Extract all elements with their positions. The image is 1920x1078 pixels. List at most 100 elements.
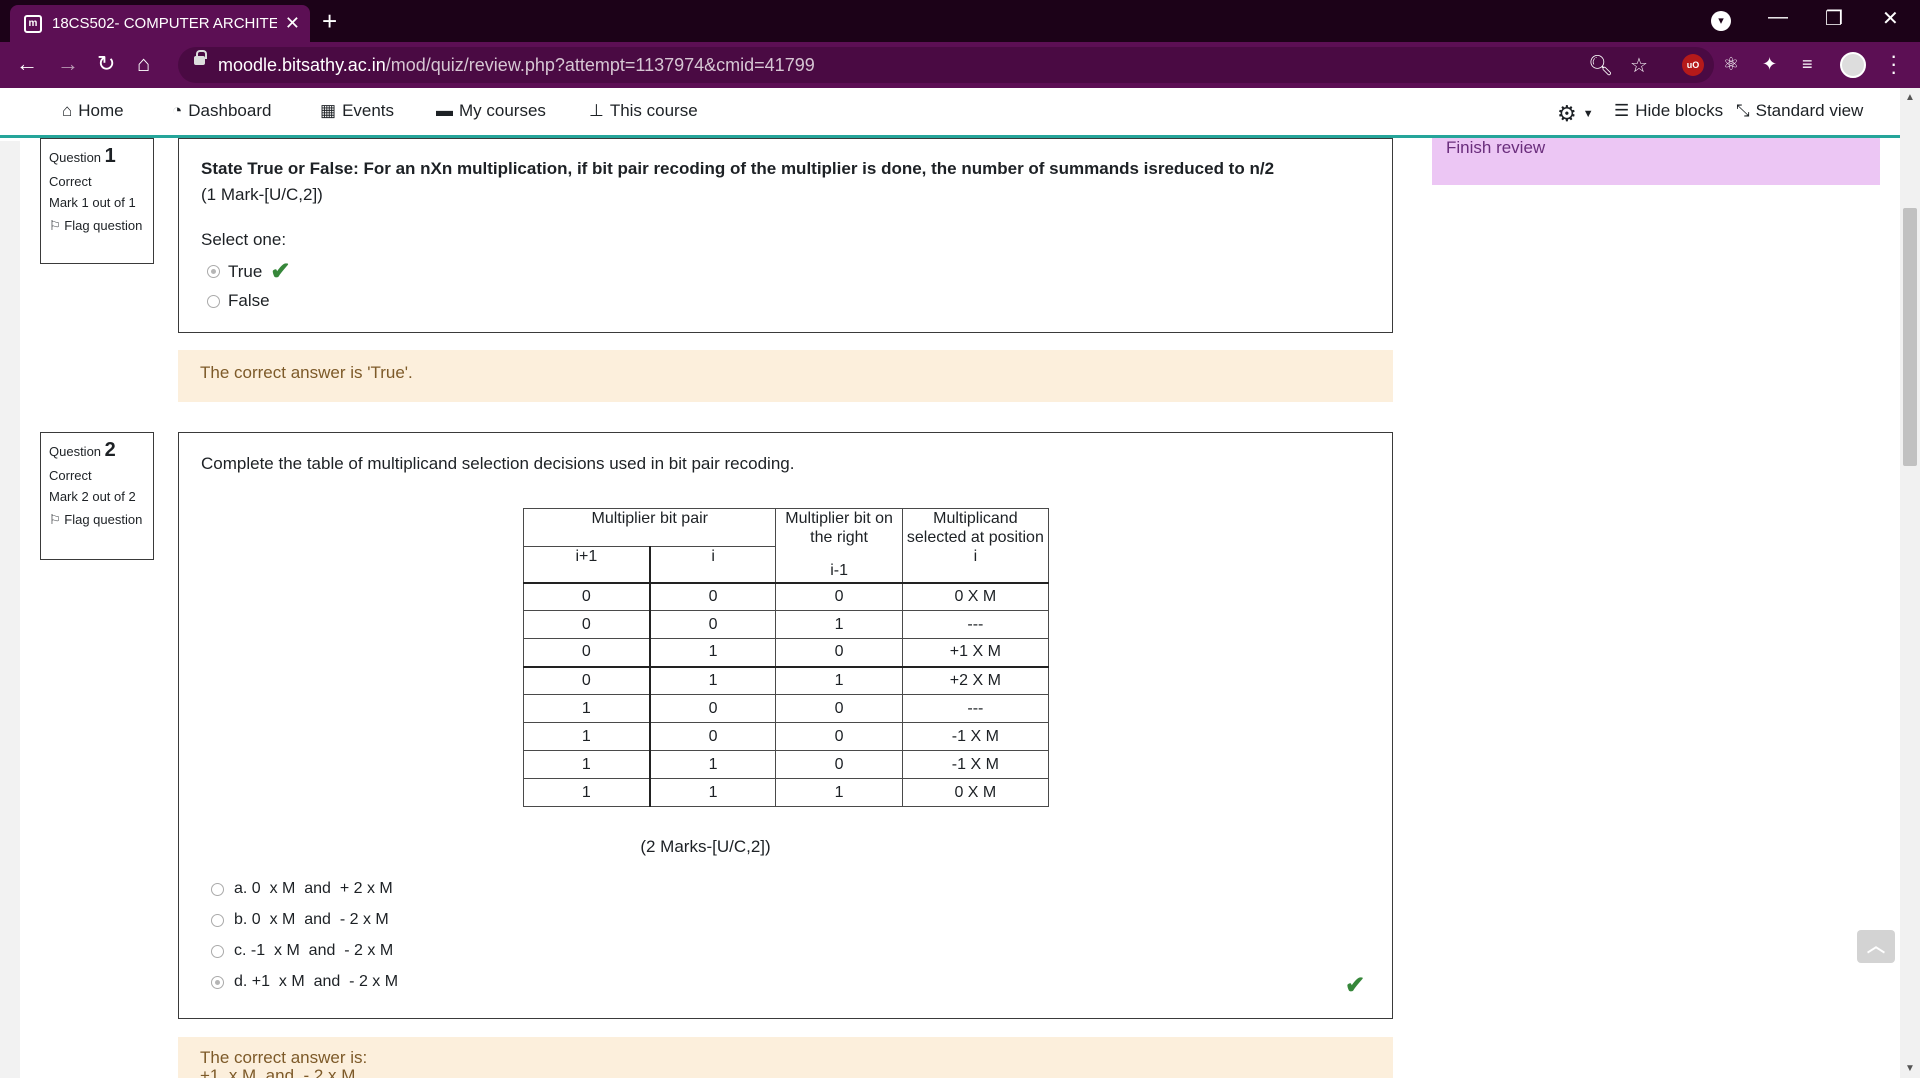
- answer-option-b[interactable]: b. 0 x M and - 2 x M: [211, 911, 389, 929]
- correct-answer-text: +1 x M and - 2 x M: [200, 1066, 356, 1078]
- select-one-prompt: Select one:: [201, 230, 287, 249]
- header-i: i: [648, 546, 777, 583]
- question-mark: Mark 2 out of 2: [49, 489, 136, 504]
- zoom-icon[interactable]: 🔍︎: [1588, 53, 1613, 78]
- answer-option-true[interactable]: True ✔: [207, 257, 290, 286]
- nav-my-courses[interactable]: ▬ My courses: [436, 101, 546, 121]
- window-close-icon[interactable]: ✕: [1882, 6, 1899, 31]
- question-text: State True or False: For an nXn multipli…: [201, 159, 1275, 178]
- home-icon[interactable]: ⌂: [137, 51, 150, 77]
- scroll-down-arrow-icon[interactable]: ▼: [1905, 1063, 1915, 1074]
- table-row: 0 0 0 0 X M: [522, 581, 1050, 611]
- tab-search-icon[interactable]: ▾: [1711, 11, 1731, 31]
- correct-answer-title: The correct answer is:: [200, 1048, 368, 1067]
- nav-home[interactable]: ⌂ Home: [62, 101, 124, 121]
- correct-answer-text: The correct answer is 'True'.: [200, 363, 413, 382]
- browser-tab-strip: m 18CS502- COMPUTER ARCHITEC ✕ + ▾ — ❐ ✕: [0, 0, 1920, 42]
- recoding-table: Multiplier bit pair Multiplier bit on th…: [522, 508, 1050, 807]
- table-header-row: Multiplier bit pair Multiplier bit on th…: [522, 508, 1050, 583]
- table-row: 1 1 1 0 X M: [522, 778, 1050, 807]
- react-extension-icon[interactable]: ⚛: [1723, 54, 1739, 75]
- answer-option-false[interactable]: False: [207, 291, 270, 311]
- url-text[interactable]: moodle.bitsathy.ac.in/mod/quiz/review.ph…: [218, 55, 815, 76]
- home-icon: ⌂: [62, 101, 73, 120]
- profile-avatar[interactable]: [1840, 52, 1866, 78]
- flag-question-link[interactable]: ⚐ Flag question: [49, 512, 145, 527]
- media-control-icon[interactable]: ≡: [1802, 54, 1813, 75]
- calendar-icon: ▦: [320, 101, 337, 120]
- answer-option-a[interactable]: a. 0 x M and + 2 x M: [211, 880, 393, 898]
- page-scrollbar[interactable]: ▲ ▼: [1900, 88, 1920, 1078]
- gear-icon: ⚙: [1557, 101, 1577, 126]
- caret-down-icon: ▼: [1582, 108, 1594, 120]
- radio-d[interactable]: [211, 975, 224, 989]
- nav-dashboard[interactable]: ◔ Dashboard: [172, 101, 271, 121]
- answer-option-c[interactable]: c. -1 x M and - 2 x M: [211, 942, 393, 960]
- question-marks-note: (1 Mark-[U/C,2]): [201, 185, 323, 204]
- question-mark: Mark 1 out of 1: [49, 195, 136, 210]
- table-row: 0 1 0 +1 X M: [522, 638, 1050, 667]
- question-1-content: State True or False: For an nXn multipli…: [178, 138, 1393, 333]
- flag-icon: ⚐: [49, 218, 61, 233]
- back-icon[interactable]: ←: [16, 51, 38, 77]
- bookmark-star-icon[interactable]: ☆: [1630, 53, 1648, 78]
- question-1-info: Question 1 Correct Mark 1 out of 1 ⚐ Fla…: [40, 138, 154, 264]
- dashboard-icon: ◔: [172, 101, 183, 120]
- settings-menu[interactable]: ⚙ ▼: [1557, 101, 1594, 127]
- radio-true[interactable]: [207, 265, 220, 278]
- question-marks-note: (2 Marks-[U/C,2]): [640, 837, 771, 856]
- list-icon: ☰: [1614, 101, 1630, 120]
- chevron-up-icon: ︿: [1867, 936, 1885, 956]
- question-1-feedback: The correct answer is 'True'.: [178, 350, 1393, 402]
- scroll-up-arrow-icon[interactable]: ▲: [1905, 92, 1915, 103]
- scrollbar-thumb[interactable]: [1903, 208, 1917, 466]
- header-i-plus-1: i+1: [522, 546, 651, 583]
- extensions-puzzle-icon[interactable]: ✦: [1762, 54, 1777, 75]
- browser-tab[interactable]: m 18CS502- COMPUTER ARCHITEC ✕: [10, 5, 310, 42]
- table-row: 0 1 1 +2 X M: [522, 665, 1050, 695]
- question-text: Complete the table of multiplicand selec…: [201, 454, 795, 473]
- flag-icon: ⚐: [49, 512, 61, 527]
- flag-question-link[interactable]: ⚐ Flag question: [49, 218, 145, 233]
- compress-icon: ⤡: [1736, 101, 1750, 120]
- quiz-navigation-block: Finish review: [1432, 138, 1880, 185]
- tab-close-icon[interactable]: ✕: [285, 13, 300, 34]
- question-state: Correct: [49, 174, 92, 189]
- radio-b[interactable]: [211, 913, 224, 927]
- forward-icon[interactable]: →: [57, 51, 79, 77]
- lock-icon: [194, 50, 207, 65]
- address-bar[interactable]: moodle.bitsathy.ac.in/mod/quiz/review.ph…: [178, 47, 1714, 83]
- radio-c[interactable]: [211, 944, 224, 958]
- sitemap-icon: ⊥: [589, 101, 604, 120]
- minimize-icon[interactable]: —: [1768, 6, 1788, 29]
- browser-menu-icon[interactable]: · · ·: [1890, 45, 1897, 83]
- table-row: 1 0 0 ---: [522, 694, 1050, 723]
- header-multiplicand-selected: Multiplicand selected at position i: [901, 508, 1050, 583]
- table-row: 1 0 0 -1 X M: [522, 722, 1050, 751]
- check-icon: ✔: [270, 258, 291, 285]
- header-bit-on-right: Multiplier bit on the right i-1: [775, 508, 903, 583]
- header-multiplier-bit-pair: Multiplier bit pair: [522, 508, 777, 547]
- tab-title: 18CS502- COMPUTER ARCHITEC: [52, 15, 277, 32]
- radio-false[interactable]: [207, 294, 220, 308]
- nav-this-course[interactable]: ⊥ This course: [589, 101, 698, 121]
- question-2-info: Question 2 Correct Mark 2 out of 2 ⚐ Fla…: [40, 432, 154, 560]
- standard-view-button[interactable]: ⤡ Standard view: [1736, 101, 1863, 121]
- reload-icon[interactable]: ↻: [97, 51, 115, 77]
- finish-review-link[interactable]: Finish review: [1446, 138, 1545, 158]
- ublock-extension-icon[interactable]: uO: [1682, 54, 1704, 76]
- check-icon: ✔: [1345, 972, 1366, 999]
- briefcase-icon: ▬: [436, 101, 453, 120]
- restore-icon[interactable]: ❐: [1825, 6, 1843, 31]
- radio-a[interactable]: [211, 882, 224, 896]
- moodle-navbar: ⌂ Home ◔ Dashboard ▦ Events ▬ My courses ⊥ Th…: [0, 88, 1900, 138]
- question-number: Question 2: [49, 439, 116, 461]
- browser-toolbar: ← → ↻ ⌂ moodle.bitsathy.ac.in/mod/quiz/r…: [0, 42, 1920, 88]
- back-to-top-button[interactable]: ︿: [1857, 930, 1895, 963]
- answer-option-d[interactable]: d. +1 x M and - 2 x M: [211, 973, 398, 991]
- hide-blocks-button[interactable]: ☰ Hide blocks: [1614, 101, 1723, 121]
- new-tab-icon[interactable]: +: [322, 6, 337, 37]
- nav-events[interactable]: ▦ Events: [320, 101, 394, 121]
- table-row: 1 1 0 -1 X M: [522, 750, 1050, 779]
- left-drawer-rail: [0, 141, 20, 1078]
